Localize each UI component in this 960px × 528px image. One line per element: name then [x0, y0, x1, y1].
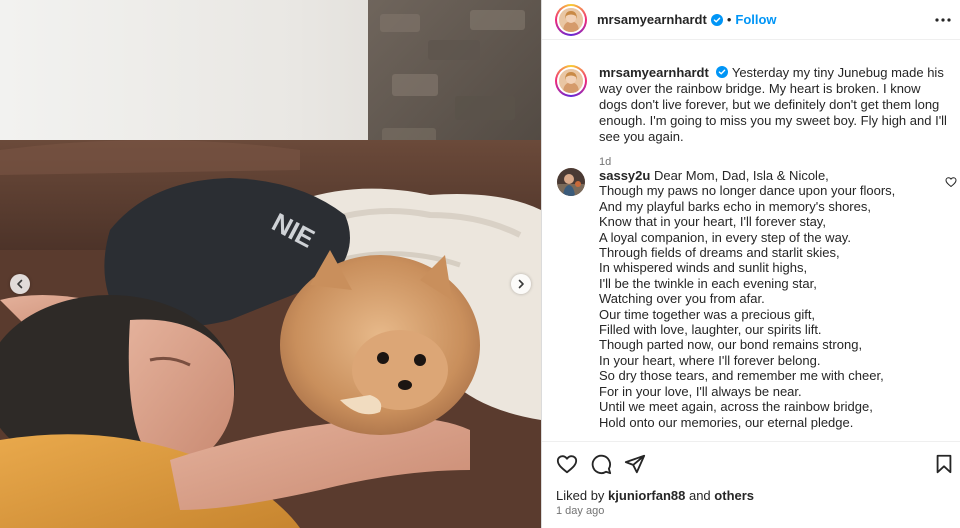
- caption-username[interactable]: mrsamyearnhardt: [599, 65, 709, 80]
- comment-line: Through fields of dreams and starlit ski…: [599, 245, 840, 261]
- likes-others-link[interactable]: others: [714, 488, 754, 503]
- post-actions: Liked by kjuniorfan88 and others 1 day a…: [542, 441, 960, 528]
- author-avatar[interactable]: [555, 3, 587, 36]
- previous-photo-button[interactable]: [10, 274, 30, 294]
- avatar-photo: [557, 168, 585, 196]
- comment: sassy2u Dear Mom, Dad, Isla & Nicole, Th…: [555, 168, 957, 430]
- verified-badge-icon: [710, 13, 723, 26]
- likes-conjunction: and: [688, 488, 711, 503]
- bookmark-icon[interactable]: [933, 453, 955, 475]
- next-photo-button[interactable]: [511, 274, 531, 294]
- likes-summary: Liked by kjuniorfan88 and others: [556, 488, 754, 503]
- liker-username[interactable]: kjuniorfan88: [608, 488, 685, 503]
- chevron-left-icon: [17, 279, 23, 289]
- comment-line: Hold onto our memories, our eternal pled…: [599, 414, 854, 430]
- share-icon[interactable]: [624, 453, 646, 475]
- comment-line: Watching over you from afar.: [599, 291, 765, 307]
- author-username[interactable]: mrsamyearnhardt: [597, 12, 707, 27]
- comments-scroll-area[interactable]: mrsamyearnhardt Yesterday my tiny Junebu…: [542, 41, 960, 441]
- comment-line: In your heart, where I'll forever belong…: [599, 352, 821, 368]
- caption-timestamp[interactable]: 1d: [599, 156, 950, 168]
- chevron-right-icon: [518, 279, 524, 289]
- avatar-photo: [559, 7, 583, 32]
- comment-line: In whispered winds and sunlit highs,: [599, 260, 808, 276]
- avatar-photo: [559, 69, 583, 93]
- caption-author-avatar[interactable]: [555, 65, 587, 97]
- commenter-username[interactable]: sassy2u: [599, 168, 650, 183]
- comment-line: Our time together was a precious gift,: [599, 306, 816, 322]
- comment-line: Until we meet again, across the rainbow …: [599, 399, 873, 415]
- comment-line: Though my paws no longer dance upon your…: [599, 183, 896, 199]
- post-timestamp[interactable]: 1 day ago: [556, 505, 604, 517]
- comment-line: So dry those tears, and remember me with…: [599, 368, 884, 384]
- comment-icon[interactable]: [590, 453, 612, 475]
- verified-badge-icon: [716, 66, 729, 78]
- post-header: mrsamyearnhardt • Follow: [542, 0, 960, 40]
- comment-text: sassy2u Dear Mom, Dad, Isla & Nicole, Th…: [599, 168, 919, 430]
- caption: mrsamyearnhardt Yesterday my tiny Junebu…: [555, 65, 950, 168]
- more-options-button[interactable]: [935, 12, 951, 28]
- likes-prefix: Liked by: [556, 488, 605, 503]
- comment-line: Dear Mom, Dad, Isla & Nicole,: [653, 168, 829, 183]
- caption-text: mrsamyearnhardt Yesterday my tiny Junebu…: [599, 65, 949, 145]
- photo-man-and-pomeranian: NIE: [0, 0, 541, 528]
- commenter-avatar[interactable]: [557, 168, 585, 196]
- comment-line: Know that in your heart, I'll forever st…: [599, 214, 826, 230]
- post-side-panel: mrsamyearnhardt • Follow mrsamyearnhardt…: [541, 0, 960, 528]
- comment-line: I'll be the twinkle in each evening star…: [599, 275, 817, 291]
- heart-icon[interactable]: [556, 453, 578, 475]
- header-separator: •: [726, 12, 732, 27]
- comment-line: A loyal companion, in every step of the …: [599, 229, 851, 245]
- comment-line: For in your love, I'll always be near.: [599, 383, 802, 399]
- comment-line: And my playful barks echo in memory's sh…: [599, 198, 871, 214]
- comment-line: Though parted now, our bond remains stro…: [599, 337, 863, 353]
- post-photo[interactable]: NIE: [0, 0, 541, 528]
- comment-line: Filled with love, laughter, our spirits …: [599, 322, 822, 338]
- follow-button[interactable]: Follow: [735, 12, 776, 27]
- more-horizontal-icon: [935, 18, 951, 22]
- like-comment-heart-icon[interactable]: [945, 176, 957, 188]
